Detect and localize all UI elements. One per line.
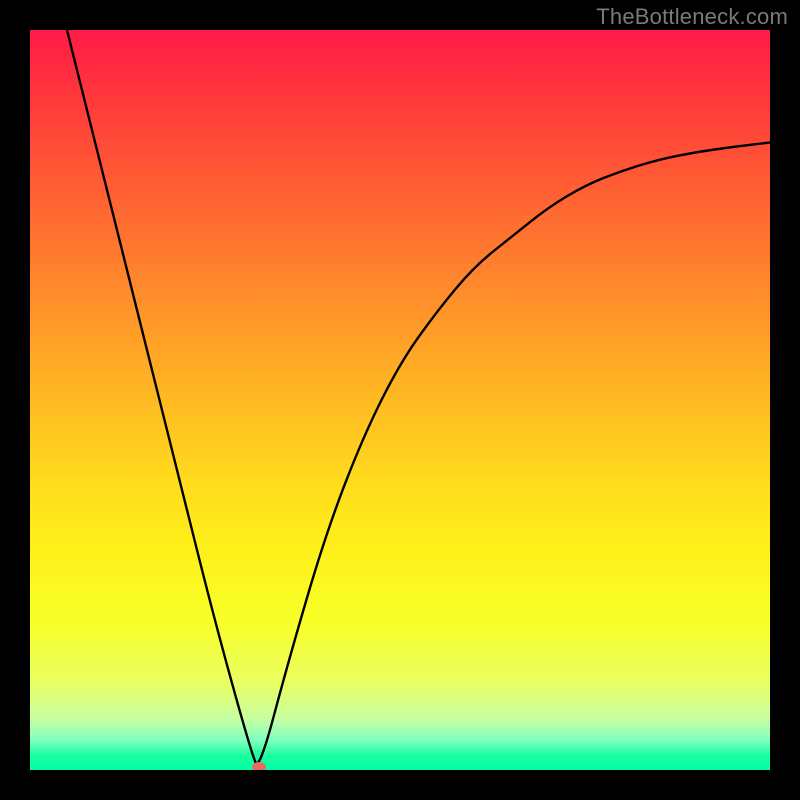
curve-path [67,30,770,763]
chart-frame: TheBottleneck.com [0,0,800,800]
bottleneck-curve [30,30,770,770]
watermark-label: TheBottleneck.com [596,4,788,30]
plot-area [30,30,770,770]
marker-dot [252,762,266,770]
